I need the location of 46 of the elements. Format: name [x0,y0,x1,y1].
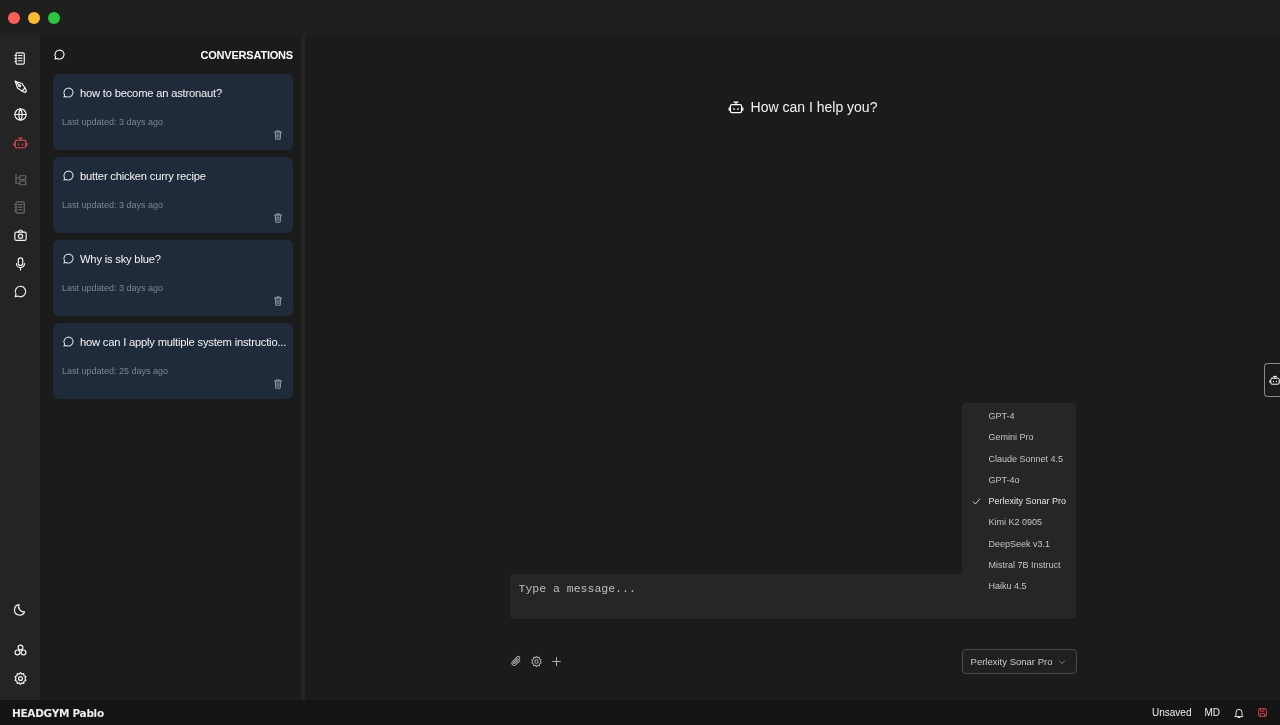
save-status: Unsaved [1151,707,1192,718]
delete-icon[interactable] [272,378,284,390]
model-option[interactable]: DeepSeek v3.1 [961,533,1076,555]
robot-icon [727,99,744,115]
chat-bubble-icon [62,335,75,348]
chat-bubble-icon [62,252,75,265]
conversation-title: Why is sky blue? [80,252,161,265]
conversation-card[interactable]: how can I apply multiple system instructio... Last updated: 25 days ago [53,323,293,399]
model-option[interactable]: Haiku 4.5 [961,575,1076,597]
conversation-title: butter chicken curry recipe [80,169,206,182]
format-button[interactable]: MD [1204,707,1220,718]
last-updated-text: Last updated: 3 days ago [62,283,165,293]
last-updated-text: Last updated: 25 days ago [62,366,170,376]
delete-icon[interactable] [272,295,284,307]
delete-icon[interactable] [272,212,284,224]
chat-bubble-icon [62,86,75,99]
minimize-window-button[interactable] [28,12,40,24]
model-option[interactable]: GPT-4 [961,405,1076,427]
greeting-text: How can I help you? [750,99,878,115]
bell-icon[interactable] [1233,706,1245,719]
conversation-card[interactable]: butter chicken curry recipe Last updated: 3 days ago [53,157,293,233]
robot-icon[interactable] [1264,363,1280,397]
conversation-title: how to become an astronaut? [80,86,222,99]
settings-icon[interactable] [529,655,543,668]
conversation-title: how can I apply multiple system instructio... [80,335,287,348]
last-updated-text: Last updated: 3 days ago [62,117,165,127]
panel-title: CONVERSATIONS [200,48,293,61]
model-option[interactable]: Kimi K2 0905 [961,511,1076,534]
brand-name: HEADGYM Pablo [12,706,104,719]
model-option[interactable]: Perlexity Sonar Pro [961,490,1076,512]
model-dropdown[interactable]: Perlexity Sonar Pro [961,649,1077,674]
conversation-card[interactable]: how to become an astronaut? Last updated: 3 days ago [53,74,293,150]
model-option[interactable]: GPT-4o [961,469,1076,491]
plus-icon[interactable] [549,655,563,668]
chat-bubble-icon [53,48,66,61]
model-option[interactable]: Claude Sonnet 4.5 [961,447,1076,470]
model-option[interactable]: Gemini Pro [961,426,1076,448]
last-updated-text: Last updated: 3 days ago [62,200,165,210]
delete-icon[interactable] [272,129,284,141]
maximize-window-button[interactable] [48,12,60,24]
paperclip-icon[interactable] [509,655,523,668]
model-option[interactable]: Mistral 7B Instruct [961,554,1076,576]
conversation-card[interactable]: Why is sky blue? Last updated: 3 days ago [53,240,293,316]
save-icon[interactable] [1257,707,1268,718]
close-window-button[interactable] [8,12,20,24]
chat-bubble-icon [62,169,75,182]
